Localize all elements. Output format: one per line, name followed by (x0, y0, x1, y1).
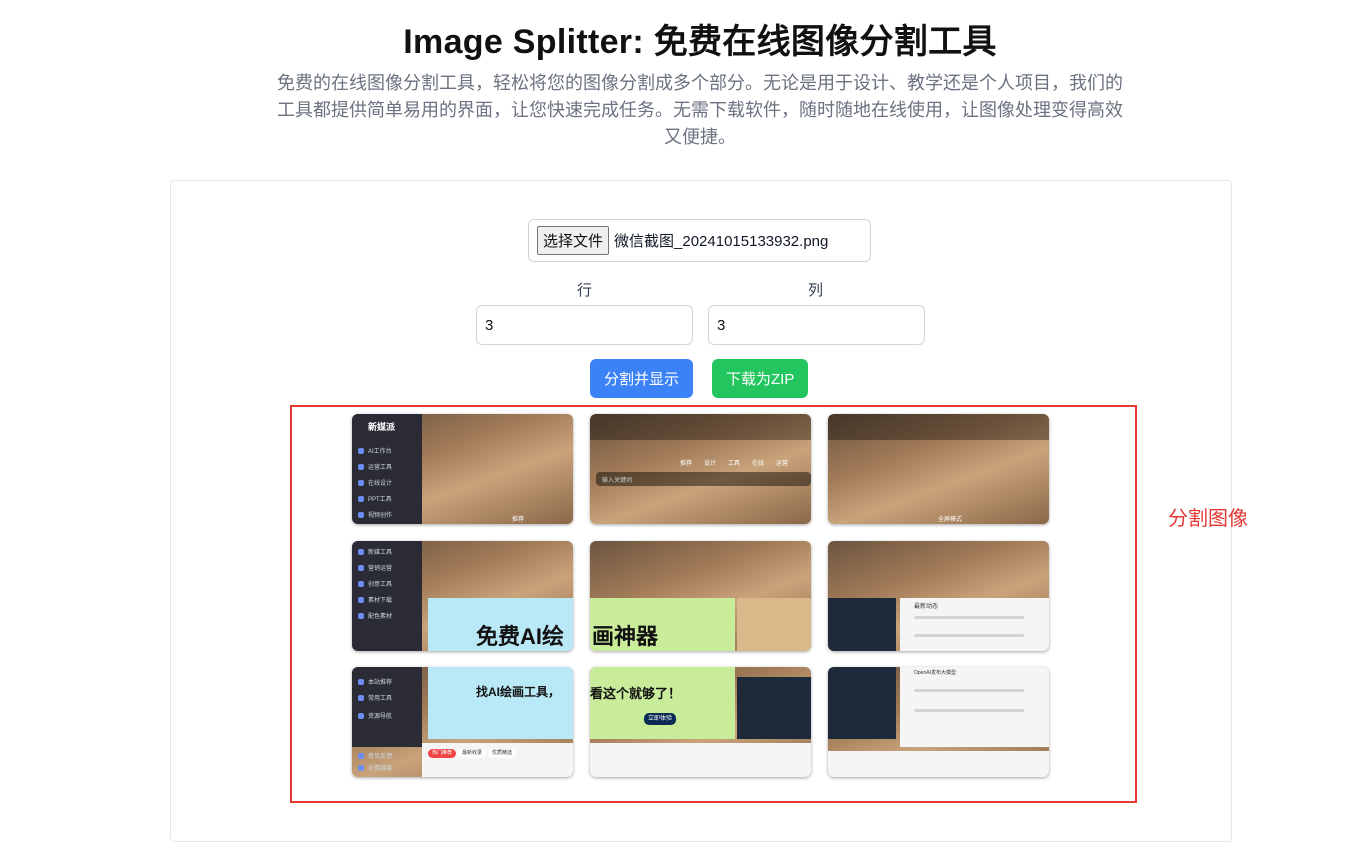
split-tile-2: 推荐 设计 工具 在线 运营 输入关键词 (590, 414, 811, 524)
split-tile-8: 看这个就够了！ 立即体验 (590, 667, 811, 777)
split-tile-1: 新媒派 AI工作台 运营工具 在线设计 PPT工具 视频创作 推荐 (352, 414, 573, 524)
split-tile-3: 全屏模式 (828, 414, 1049, 524)
split-and-show-button[interactable]: 分割并显示 (590, 359, 694, 398)
tile-side-item: 友情链接 (358, 763, 392, 772)
tile-footer: 全屏模式 (938, 517, 963, 523)
selected-file-name: 微信截图_20241015133932.png (614, 233, 829, 250)
tile-cta-button: 立即体验 (644, 713, 677, 725)
tile-side-item: 资源导航 (358, 711, 392, 720)
tile-tab: 最新收录 (458, 749, 487, 758)
tile-news-heading: 最新动态 (914, 604, 939, 610)
page-subtitle: 免费的在线图像分割工具，轻松将您的图像分割成多个部分。无论是用于设计、教学还是个… (277, 73, 1123, 147)
tile-side-item: PPT工具 (358, 494, 392, 503)
download-zip-button[interactable]: 下载为ZIP (712, 359, 809, 398)
cols-label: 列 (808, 282, 824, 299)
tile-photo (737, 677, 811, 739)
split-tile-6: 最新动态 (828, 541, 1049, 651)
tile-side-item: 营销运营 (358, 563, 392, 572)
split-tile-9: OpenAI发布大模型 (828, 667, 1049, 777)
tile-banner-text: 免费AI绘 (476, 624, 565, 649)
tile-side-item: 常用工具 (358, 693, 392, 702)
tile-banner (590, 667, 735, 739)
tile-text-line (914, 616, 1024, 619)
tile-banner-text: 画神器 (592, 624, 659, 649)
tile-side-item: 运营工具 (358, 462, 392, 471)
tile-side-item: 意见反馈 (358, 751, 392, 760)
split-tile-4: 新媒工具 营销运营 创意工具 素材下载 配色素材 免费AI绘 (352, 541, 573, 651)
tile-photo (828, 667, 896, 739)
tile-topbar (828, 414, 1049, 440)
tile-footer-panel (590, 743, 811, 777)
tile-side-item: 新媒工具 (358, 547, 392, 556)
tile-side-item: AI工作台 (358, 446, 392, 455)
tile-tab: 热门推荐 (428, 749, 457, 758)
tile-text-line (914, 709, 1024, 712)
cols-input[interactable] (708, 305, 925, 345)
split-image-annotation: 分割图像 (1168, 508, 1248, 530)
tile-side-item: 视频创作 (358, 510, 392, 519)
tile-footer-panel (828, 751, 1049, 777)
tile-news-panel (900, 667, 1049, 747)
file-input[interactable]: 选择文件 微信截图_20241015133932.png (528, 219, 871, 262)
rows-label: 行 (577, 282, 593, 299)
tile-news-heading: OpenAI发布大模型 (914, 670, 956, 676)
tile-search-placeholder: 输入关键词 (602, 478, 633, 484)
tile-tab: 工具 (728, 461, 741, 467)
tile-banner (428, 667, 573, 739)
tile-side-item: 创意工具 (358, 579, 392, 588)
choose-file-button[interactable]: 选择文件 (537, 226, 610, 255)
tile-topbar (590, 414, 811, 440)
tile-footer: 推荐 (512, 517, 525, 523)
tile-side-item: 本站推荐 (358, 677, 392, 686)
tile-tab: 在线 (752, 461, 765, 467)
tile-side-item: 素材下载 (358, 595, 392, 604)
tile-brand: 新媒派 (368, 422, 396, 432)
tile-tab: 优质精选 (488, 749, 517, 758)
rows-input[interactable] (476, 305, 693, 345)
tile-text-line (914, 634, 1024, 637)
tile-tab: 推荐 (680, 461, 693, 467)
tile-tab: 运营 (776, 461, 789, 467)
split-tile-7: 本站推荐 常用工具 资源导航 意见反馈 友情链接 找AI绘画工具， 热门推荐 最… (352, 667, 573, 777)
tile-text-line (914, 689, 1024, 692)
page-title: Image Splitter: 免费在线图像分割工具 (403, 23, 997, 61)
tile-banner-text: 找AI绘画工具， (476, 685, 561, 699)
tile-tab: 设计 (704, 461, 717, 467)
tile-side-item: 配色素材 (358, 611, 392, 620)
tile-photo (828, 598, 896, 651)
tile-photo (737, 598, 811, 651)
tile-banner-text: 看这个就够了！ (590, 686, 682, 701)
tile-side-item: 在线设计 (358, 478, 392, 487)
split-tile-5: 画神器 (590, 541, 811, 651)
